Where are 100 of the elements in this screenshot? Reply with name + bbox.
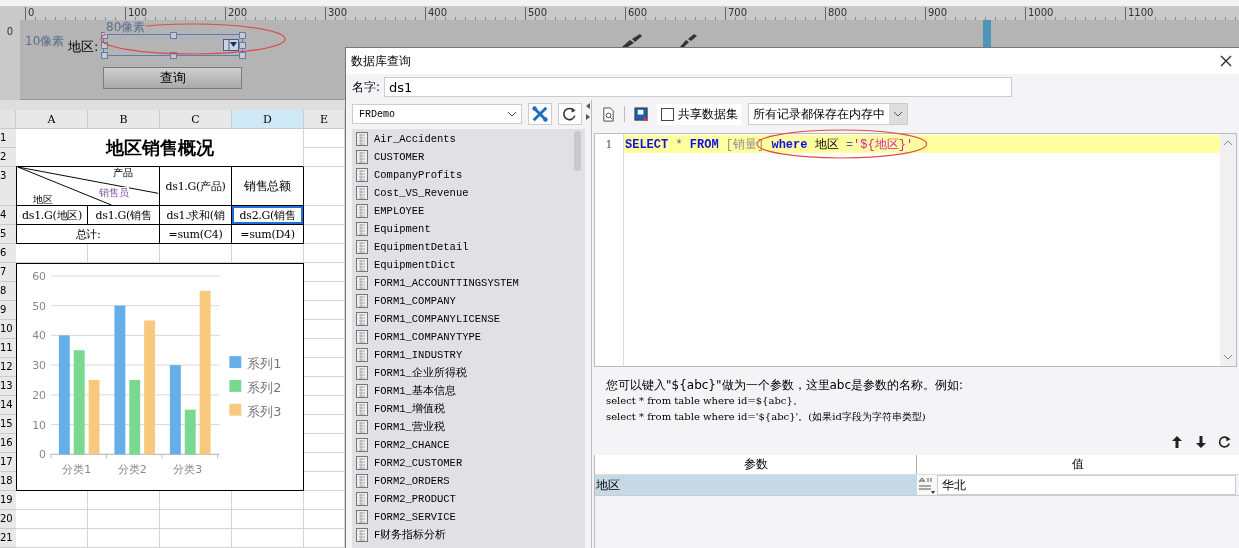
table-list-item[interactable]: FORM2_PRODUCT [356,490,567,508]
scroll-up-icon[interactable] [1223,140,1233,146]
table-icon [356,330,368,344]
row-number[interactable]: 20 [0,510,16,529]
column-header[interactable]: D [232,110,304,129]
refresh-button[interactable] [558,103,582,125]
empty-cell[interactable] [88,510,160,529]
row-number[interactable]: 15 [0,415,16,434]
row-number[interactable]: 3 [0,167,16,206]
empty-cell[interactable] [232,529,304,548]
row-number[interactable]: 1 [0,129,16,148]
row-number[interactable]: 11 [0,339,16,358]
row-number[interactable]: 19 [0,491,16,510]
table-list-item[interactable]: FORM1_ACCOUNTTINGSYSTEM [356,274,567,292]
parameter-name[interactable]: 地区 [595,475,917,495]
row-number[interactable]: 21 [0,529,16,548]
table-icon [356,456,368,470]
collapse-icon[interactable] [585,102,591,122]
tools-button[interactable] [528,103,552,125]
table-cell: =sum(D4) [232,225,304,244]
table-icon [356,312,368,326]
select-all-corner[interactable] [0,110,16,129]
category-label: 分类3 [173,463,203,477]
scrollbar[interactable] [574,131,581,171]
table-cell: ds1.求和(销 [160,206,232,225]
scrollbar[interactable] [1220,134,1236,366]
row-number[interactable]: 2 [0,148,16,167]
legend-label: 系列1 [247,356,282,372]
empty-cell[interactable] [232,510,304,529]
save-icon [633,106,649,122]
table-icon [356,438,368,452]
row-number[interactable]: 9 [0,301,16,320]
table-icon [356,168,368,182]
table-list-item[interactable]: FORM1_COMPANY [356,292,567,310]
table-list-item[interactable]: FORM2_CHANCE [356,436,567,454]
table-list-item[interactable]: FORM1_基本信息 [356,382,567,400]
share-checkbox[interactable]: 共享数据集 [657,103,742,125]
row-number[interactable]: 16 [0,434,16,453]
column-header[interactable]: A [16,110,88,129]
table-list-item[interactable]: FORM1_COMPANYTYPE [356,328,567,346]
table-list-item[interactable]: FORM1_企业所得税 [356,364,567,382]
row-number[interactable]: 7 [0,263,16,282]
empty-cell[interactable] [160,529,232,548]
empty-cell[interactable] [160,510,232,529]
connection-dropdown[interactable]: FRDemo [352,104,522,124]
table-list-item[interactable]: Cost_VS_Revenue [356,184,567,202]
table-icon [356,222,368,236]
table-list-item[interactable]: EMPLOYEE [356,202,567,220]
table-cell: ds1.G(销售 [88,206,160,225]
close-icon[interactable] [1220,55,1232,67]
column-header[interactable]: E [304,110,345,129]
row-number[interactable]: 8 [0,282,16,301]
table-icon [356,348,368,362]
row-number[interactable]: 14 [0,396,16,415]
table-cell: ds1.G(产品) [160,167,232,206]
dropdown-icon[interactable] [223,39,239,51]
corner-label: 地区 [33,194,53,205]
table-list-item[interactable]: FORM1_COMPANYLICENSE [356,310,567,328]
name-input[interactable]: ds1 [384,77,1013,97]
combo-field[interactable] [103,34,243,56]
empty-cell[interactable] [88,529,160,548]
scroll-down-icon[interactable] [1223,354,1233,360]
table-list-item[interactable]: Air_Accidents [356,130,567,148]
field-label: 名字: [352,78,381,96]
preview-icon [600,106,616,122]
table-list-item[interactable]: F财务指标分析 [356,526,567,544]
refresh-button[interactable] [1217,433,1233,451]
spacing-hint: 80像素 [105,20,147,34]
save-button[interactable] [631,104,651,124]
row-number[interactable]: 5 [0,225,16,244]
table-list-item[interactable]: FORM2_SERVICE [356,508,567,526]
axis-tick-label: 30 [32,359,46,373]
query-button[interactable]: 查询 [103,67,242,89]
selection-handle[interactable] [170,52,177,59]
ruler-mark: 0 [6,26,14,37]
parameter-value-input[interactable]: 华北 [937,475,1236,495]
row-number[interactable]: 4 [0,206,16,225]
column-header[interactable]: C [160,110,232,129]
table-list-item[interactable]: FORM1_增值税 [356,400,567,418]
row-number[interactable]: 18 [0,472,16,491]
table-list-item[interactable]: FORM2_ORDERS [356,472,567,490]
type-icon[interactable] [917,475,937,495]
column-header[interactable]: B [88,110,160,129]
table-list-item[interactable]: EquipmentDetail [356,238,567,256]
table-list-item[interactable]: EquipmentDict [356,256,567,274]
table-list-item[interactable]: Equipment [356,220,567,238]
table-icon [356,186,368,200]
storage-dropdown[interactable]: 所有记录都保存在内存中 [748,103,908,125]
row-number[interactable]: 12 [0,358,16,377]
table-list-item[interactable]: CUSTOMER [356,148,567,166]
table-list-item[interactable]: FORM2_CUSTOMER [356,454,567,472]
table-list-item[interactable]: FORM1_INDUSTRY [356,346,567,364]
row-number[interactable]: 13 [0,377,16,396]
row-number[interactable]: 10 [0,320,16,339]
row-number[interactable]: 17 [0,453,16,472]
row-number[interactable]: 6 [0,244,16,263]
selection-handle[interactable] [170,32,177,39]
table-list-item[interactable]: CompanyProfits [356,166,567,184]
legend-label: 系列2 [247,379,282,395]
table-list-item[interactable]: FORM1_营业税 [356,418,567,436]
